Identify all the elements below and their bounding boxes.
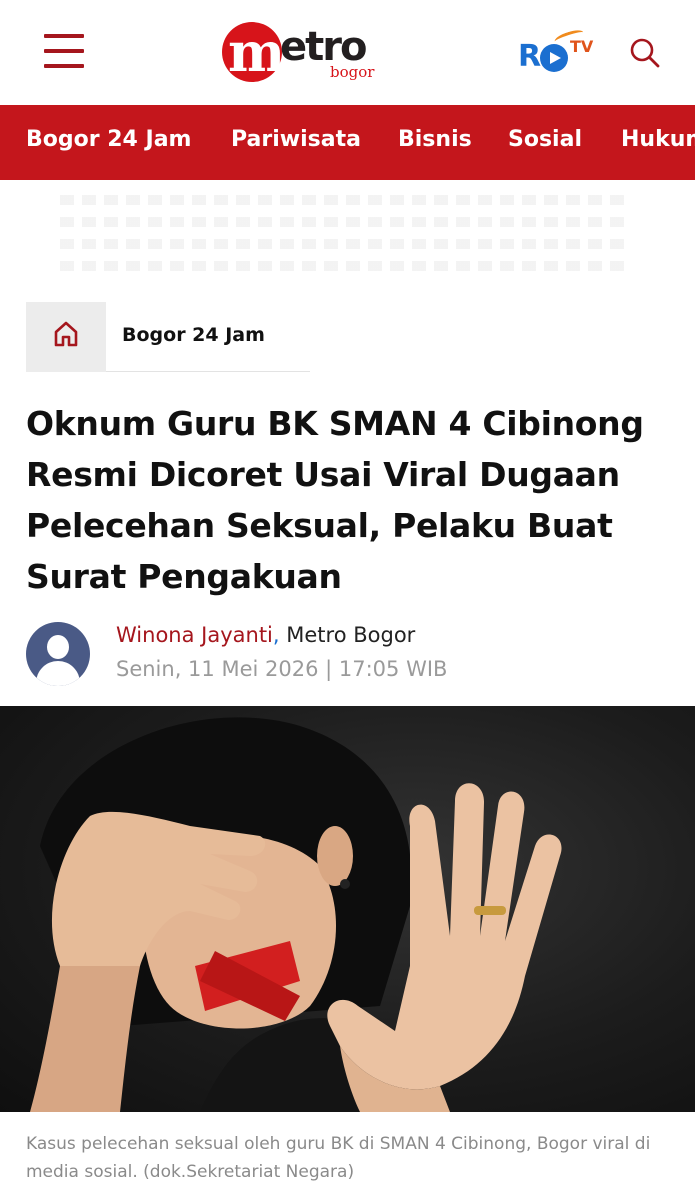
publish-date: Senin, 11 Mei 2026 | 17:05 WIB bbox=[116, 657, 448, 681]
search-icon[interactable] bbox=[628, 36, 662, 70]
author-avatar[interactable] bbox=[26, 622, 90, 686]
play-icon bbox=[540, 44, 568, 72]
breadcrumb-category[interactable]: Bogor 24 Jam bbox=[122, 302, 265, 372]
article-byline: Winona Jayanti, Metro Bogor bbox=[116, 620, 415, 650]
ad-placeholder bbox=[60, 195, 630, 280]
logo-subtitle: bogor bbox=[330, 63, 375, 81]
nav-item-hukum[interactable]: Hukum bbox=[621, 105, 695, 180]
home-icon bbox=[54, 321, 78, 347]
publisher-name: Metro Bogor bbox=[286, 623, 416, 647]
nav-item-sosial[interactable]: Sosial bbox=[508, 105, 582, 180]
hero-image[interactable] bbox=[0, 706, 695, 1112]
site-logo[interactable]: m etro bogor bbox=[222, 20, 382, 84]
breadcrumb: Bogor 24 Jam bbox=[26, 302, 310, 372]
category-nav: Bogor 24 Jam Pariwisata Bisnis Sosial Hu… bbox=[0, 105, 695, 180]
nav-item-bisnis[interactable]: Bisnis bbox=[398, 105, 472, 180]
nav-item-pariwisata[interactable]: Pariwisata bbox=[231, 105, 361, 180]
site-header: m etro bogor R TV bbox=[0, 0, 695, 105]
byline-separator: , bbox=[272, 623, 280, 647]
nav-item-bogor-24-jam[interactable]: Bogor 24 Jam bbox=[26, 105, 191, 180]
image-caption: Kasus pelecehan seksual oleh guru BK di … bbox=[26, 1134, 651, 1182]
partner-logo-letter: R bbox=[518, 39, 541, 74]
partner-logo[interactable]: R TV bbox=[518, 27, 598, 78]
home-button[interactable] bbox=[26, 302, 106, 372]
author-name[interactable]: Winona Jayanti bbox=[116, 623, 273, 647]
hamburger-menu-icon[interactable] bbox=[44, 34, 84, 68]
article-title: Oknum Guru BK SMAN 4 Cibinong Resmi Dico… bbox=[26, 404, 644, 596]
logo-initial: m bbox=[228, 20, 285, 84]
partner-logo-tv: TV bbox=[570, 37, 594, 56]
